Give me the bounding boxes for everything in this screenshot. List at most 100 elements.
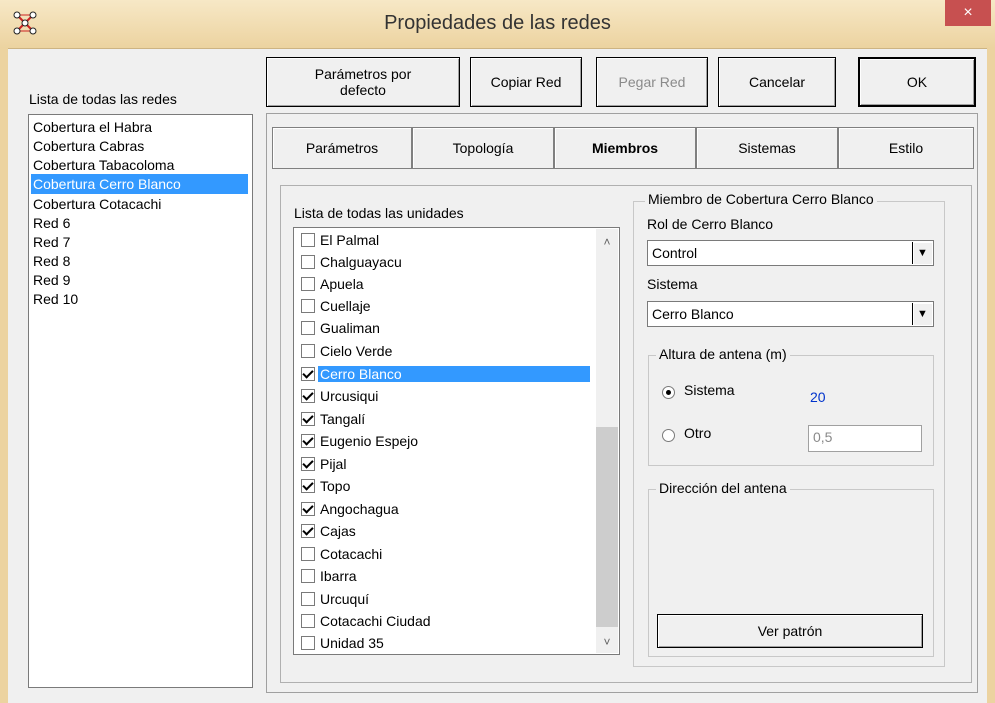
unit-label: Gualiman (320, 320, 380, 336)
unit-item[interactable]: Cielo Verde (301, 340, 394, 362)
unit-item[interactable]: Apuela (301, 273, 366, 295)
units-scrollbar[interactable]: ˄ ˅ (596, 229, 618, 653)
title-bar: Propiedades de las redes × (0, 0, 995, 49)
radio-system[interactable] (662, 386, 675, 399)
tab-topologia[interactable]: Topología (412, 127, 554, 169)
window-title: Propiedades de las redes (384, 12, 611, 34)
unit-checkbox-checked[interactable] (301, 389, 315, 403)
unit-checkbox[interactable] (301, 277, 315, 291)
paste-network-button[interactable]: Pegar Red (596, 57, 708, 107)
unit-checkbox[interactable] (301, 569, 315, 583)
system-value: Cerro Blanco (652, 306, 734, 322)
close-button[interactable]: × (945, 0, 991, 26)
unit-checkbox-checked[interactable] (301, 457, 315, 471)
tab-parametros[interactable]: Parámetros (272, 127, 412, 169)
unit-item[interactable]: Urcuquí (301, 588, 371, 610)
chevron-down-icon[interactable]: ▼ (912, 242, 932, 264)
scroll-up-icon[interactable]: ˄ (596, 235, 618, 249)
unit-item[interactable]: Unidad 35 (301, 632, 386, 654)
unit-checkbox[interactable] (301, 344, 315, 358)
units-list[interactable]: El Palmal Chalguayacu Apuela Cuellaje Gu… (293, 227, 620, 655)
chevron-down-icon[interactable]: ▼ (912, 303, 932, 325)
network-item[interactable]: Cobertura Cabras (33, 136, 144, 156)
unit-checkbox-checked[interactable] (301, 412, 315, 426)
default-parameters-button[interactable]: Parámetros por defecto (266, 57, 460, 107)
scrollbar-thumb[interactable] (596, 427, 618, 627)
network-item[interactable]: Red 7 (33, 232, 70, 252)
unit-checkbox[interactable] (301, 233, 315, 247)
tab-miembros[interactable]: Miembros (554, 127, 696, 169)
unit-item[interactable]: Cotacachi (301, 543, 384, 565)
unit-item[interactable]: Cotacachi Ciudad (301, 610, 433, 632)
unit-checkbox-checked[interactable] (301, 479, 315, 493)
unit-checkbox-checked[interactable] (301, 502, 315, 516)
unit-checkbox[interactable] (301, 636, 315, 650)
unit-item[interactable]: Pijal (301, 453, 348, 475)
unit-checkbox[interactable] (301, 592, 315, 606)
ok-button[interactable]: OK (858, 57, 976, 107)
antenna-height-title: Altura de antena (m) (656, 346, 790, 362)
unit-label: Urcusiqui (320, 388, 379, 404)
unit-checkbox-checked[interactable] (301, 367, 315, 381)
network-item[interactable]: Red 9 (33, 270, 70, 290)
role-select[interactable]: Control ▼ (647, 240, 934, 266)
unit-label: Ibarra (320, 568, 357, 584)
network-item[interactable]: Red 6 (33, 213, 70, 233)
networks-list[interactable]: Cobertura el Habra Cobertura Cabras Cobe… (28, 114, 253, 688)
radio-other[interactable] (662, 429, 675, 442)
member-group-title: Miembro de Cobertura Cerro Blanco (645, 191, 877, 207)
unit-label: Cotacachi (320, 546, 383, 562)
system-select[interactable]: Cerro Blanco ▼ (647, 301, 934, 327)
unit-checkbox[interactable] (301, 614, 315, 628)
radio-other-label[interactable]: Otro (684, 425, 711, 441)
network-item[interactable]: Red 8 (33, 251, 70, 271)
unit-label: Cajas (320, 523, 356, 539)
network-item-selected[interactable]: Cobertura Cerro Blanco (31, 174, 248, 194)
unit-item[interactable]: Chalguayacu (301, 251, 404, 273)
unit-label: Chalguayacu (320, 254, 402, 270)
window-frame-left (0, 48, 8, 703)
unit-label: Tangalí (320, 411, 366, 427)
unit-item[interactable]: Topo (301, 475, 352, 497)
unit-label: Cuellaje (320, 298, 371, 314)
unit-item[interactable]: Tangalí (301, 408, 367, 430)
role-label: Rol de Cerro Blanco (647, 216, 774, 232)
network-item[interactable]: Red 10 (33, 289, 78, 309)
network-item[interactable]: Cobertura el Habra (33, 117, 152, 137)
unit-checkbox[interactable] (301, 299, 315, 313)
unit-item[interactable]: Cajas (301, 520, 358, 542)
unit-label: Apuela (320, 276, 364, 292)
other-height-input[interactable]: 0,5 (808, 425, 922, 452)
unit-item-selected[interactable]: Cerro Blanco (301, 363, 590, 385)
radio-system-label[interactable]: Sistema (684, 382, 735, 398)
network-item[interactable]: Cobertura Cotacachi (33, 194, 161, 214)
unit-item[interactable]: El Palmal (301, 229, 381, 251)
unit-label: Cielo Verde (320, 343, 393, 359)
unit-item[interactable]: Angochagua (301, 498, 401, 520)
unit-label: Urcuquí (320, 591, 370, 607)
unit-label: El Palmal (320, 232, 380, 248)
copy-network-button[interactable]: Copiar Red (470, 57, 582, 107)
unit-checkbox-checked[interactable] (301, 434, 315, 448)
cancel-label: Cancelar (748, 74, 806, 90)
paste-network-label: Pegar Red (618, 74, 686, 90)
unit-item[interactable]: Ibarra (301, 565, 359, 587)
unit-checkbox-checked[interactable] (301, 524, 315, 538)
role-value: Control (652, 245, 698, 261)
tab-sistemas[interactable]: Sistemas (696, 127, 838, 169)
tab-estilo[interactable]: Estilo (838, 127, 974, 169)
unit-label: Cerro Blanco (318, 366, 590, 382)
unit-item[interactable]: Gualiman (301, 317, 382, 339)
unit-checkbox[interactable] (301, 321, 315, 335)
ok-label: OK (906, 74, 928, 90)
unit-checkbox[interactable] (301, 547, 315, 561)
unit-checkbox[interactable] (301, 255, 315, 269)
unit-item[interactable]: Urcusiqui (301, 385, 380, 407)
system-label: Sistema (647, 276, 698, 292)
unit-item[interactable]: Cuellaje (301, 295, 373, 317)
scroll-down-icon[interactable]: ˅ (596, 635, 618, 649)
view-pattern-button[interactable]: Ver patrón (657, 614, 923, 648)
unit-item[interactable]: Eugenio Espejo (301, 430, 420, 452)
cancel-button[interactable]: Cancelar (718, 57, 836, 107)
network-item[interactable]: Cobertura Tabacoloma (33, 155, 174, 175)
